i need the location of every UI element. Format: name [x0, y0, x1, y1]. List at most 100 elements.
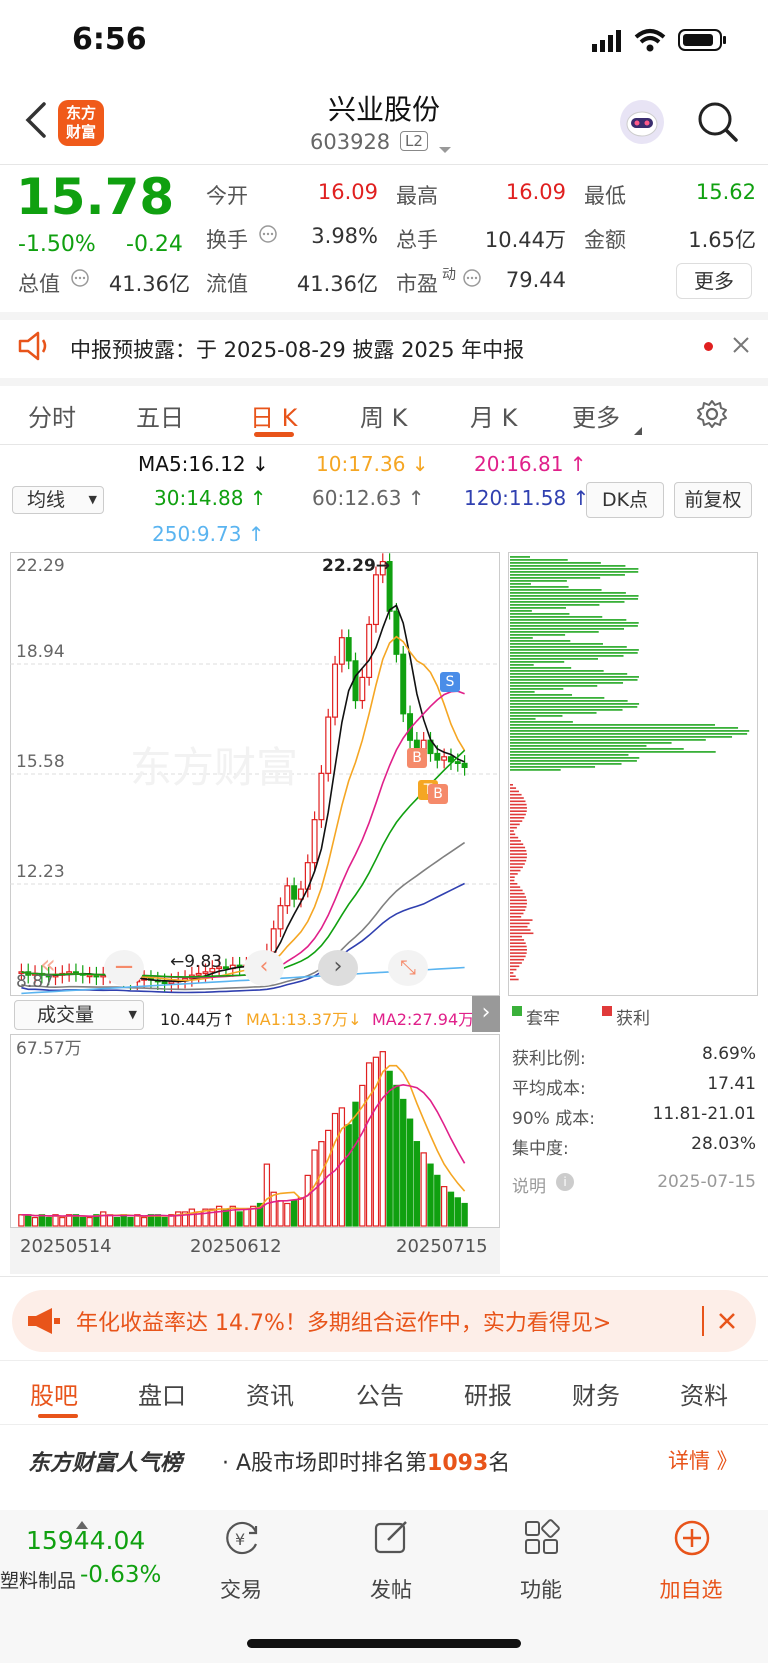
sell-signal-icon[interactable]: S: [440, 672, 460, 692]
candle-body: [332, 663, 339, 718]
zoom-out-icon[interactable]: −: [104, 950, 144, 986]
candle-body: [270, 928, 277, 953]
volume-bar: [161, 1216, 168, 1227]
volume-bar: [188, 1208, 196, 1227]
tab-monthly-k[interactable]: 月 K: [470, 398, 517, 433]
collapse-arrow-icon[interactable]: ›: [472, 996, 500, 1032]
rank-detail-link[interactable]: 详情 》: [668, 1445, 738, 1475]
volume-value: 10.44万: [484, 228, 566, 252]
tab-finance[interactable]: 财务: [572, 1376, 620, 1411]
trade-icon[interactable]: ¥: [222, 1518, 262, 1562]
volume-bar: [277, 1200, 284, 1227]
chip-stat-value: 8.69%: [701, 1044, 756, 1064]
sector-index-value[interactable]: 15944.04: [26, 1526, 145, 1555]
tab-research[interactable]: 研报: [464, 1376, 512, 1411]
volume-bar: [106, 1214, 114, 1227]
chip-bar: [510, 724, 716, 726]
chip-bar: [510, 843, 524, 845]
volume-bar: [236, 1211, 243, 1227]
nav-functions[interactable]: 功能: [496, 1574, 586, 1604]
ma30-label: 30:14.88 ↑: [154, 486, 267, 510]
more-quote-button[interactable]: 更多: [676, 263, 752, 299]
change-percent: -1.50%: [18, 232, 96, 257]
low-value: 15.62: [695, 180, 756, 204]
close-icon[interactable]: [732, 336, 750, 358]
tab-intraday[interactable]: 分时: [28, 398, 76, 433]
info-icon[interactable]: i: [556, 1173, 574, 1191]
amount-value: 1.65亿: [688, 228, 756, 252]
tab-five-day[interactable]: 五日: [136, 398, 184, 433]
chip-bar: [510, 850, 527, 852]
divider: [0, 444, 768, 445]
adjust-button[interactable]: 前复权: [674, 482, 752, 518]
nav-trade[interactable]: 交易: [196, 1574, 286, 1604]
gear-icon[interactable]: [696, 398, 728, 434]
chip-bar: [510, 745, 647, 747]
chip-bar: [510, 886, 521, 888]
nav-add-watchlist[interactable]: 加自选: [646, 1574, 736, 1604]
sector-name[interactable]: 塑料制品: [0, 1566, 76, 1593]
candle-body: [359, 676, 366, 702]
volume-bar: [59, 1216, 66, 1227]
chip-bar: [510, 679, 638, 681]
tab-announcements[interactable]: 公告: [356, 1376, 404, 1411]
grid-icon[interactable]: [522, 1518, 562, 1562]
stock-code: 603928: [310, 130, 391, 154]
l2-badge[interactable]: L2: [400, 131, 428, 151]
ma-selector[interactable]: 均线 ▼: [12, 486, 104, 514]
prev-icon[interactable]: ‹: [244, 950, 284, 986]
candle-body: [222, 966, 229, 970]
chip-bar: [510, 846, 526, 849]
volume-bar: [420, 1152, 427, 1227]
indicator-selector[interactable]: 成交量 ▼: [14, 1000, 144, 1030]
volume-bar: [127, 1216, 134, 1227]
tab-profile[interactable]: 资料: [680, 1376, 728, 1411]
kline-chart[interactable]: 东方财富: [10, 552, 500, 996]
dk-point-button[interactable]: DK点: [586, 482, 664, 518]
chip-bar: [510, 823, 520, 826]
sector-change[interactable]: -0.63%: [80, 1562, 161, 1588]
info-icon[interactable]: [462, 268, 482, 292]
compose-icon[interactable]: [372, 1518, 412, 1562]
chip-bar: [510, 667, 572, 669]
rewind-icon[interactable]: «: [40, 950, 56, 980]
volume-bar: [120, 1214, 127, 1227]
tab-orderbook[interactable]: 盘口: [138, 1376, 186, 1411]
candle-body: [66, 971, 73, 975]
svg-text:¥: ¥: [235, 1530, 245, 1549]
profit-legend-swatch: [602, 1006, 612, 1016]
max-marker: 22.29→: [322, 556, 391, 576]
chip-note-link[interactable]: 说明: [512, 1172, 546, 1197]
chip-distribution-chart: [508, 552, 758, 996]
nav-post[interactable]: 发帖: [346, 1574, 436, 1604]
volume-now: 10.44万↑: [160, 1010, 236, 1029]
volume-chart[interactable]: [10, 1034, 500, 1228]
chip-bar: [510, 899, 527, 902]
assistant-robot-icon[interactable]: [620, 100, 664, 144]
next-icon[interactable]: ›: [318, 950, 358, 986]
buy-signal-icon[interactable]: B: [428, 784, 448, 804]
chip-bar: [510, 797, 524, 799]
add-icon[interactable]: [672, 1518, 712, 1562]
tab-forum[interactable]: 股吧: [30, 1376, 78, 1411]
tab-more[interactable]: 更多: [572, 398, 620, 433]
chip-stat-label: 90% 成本:: [512, 1109, 595, 1129]
close-icon[interactable]: [718, 1312, 736, 1334]
chip-bar: [510, 760, 637, 762]
chip-bar: [510, 840, 521, 842]
promo-text[interactable]: 年化收益率达 14.7%！多期组合运作中，实力看得见>: [76, 1305, 611, 1337]
buy-signal-icon[interactable]: B: [407, 748, 427, 768]
volume-bar: [270, 1191, 277, 1227]
expand-icon[interactable]: ⤡: [388, 950, 428, 986]
info-icon[interactable]: [70, 268, 90, 292]
info-icon[interactable]: [258, 224, 278, 248]
mktcap-value: 41.36亿: [108, 272, 190, 296]
tab-daily-k[interactable]: 日 K: [250, 398, 297, 433]
chevron-down-icon[interactable]: [438, 140, 452, 159]
notice-text[interactable]: 中报预披露：于 2025-08-29 披露 2025 年中报: [70, 334, 524, 364]
chip-stat-value: 11.81-21.01: [652, 1104, 756, 1124]
tab-news[interactable]: 资讯: [246, 1376, 294, 1411]
search-icon[interactable]: [696, 100, 740, 144]
tab-weekly-k[interactable]: 周 K: [360, 398, 407, 433]
hold-legend-swatch: [512, 1006, 522, 1016]
